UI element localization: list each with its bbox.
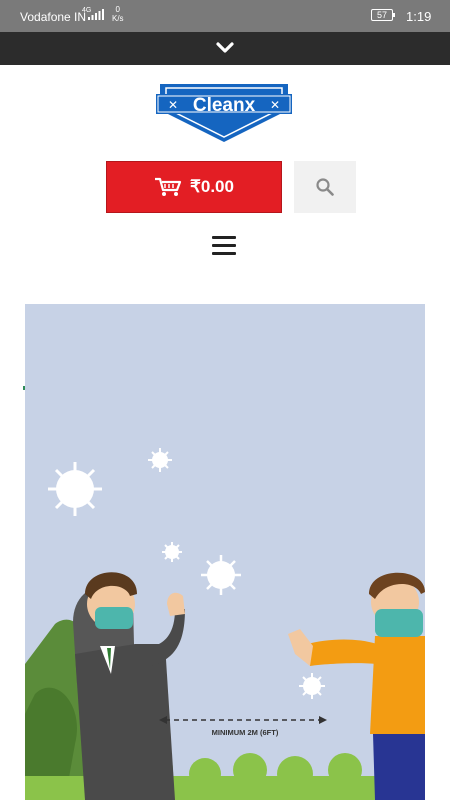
- hero-banner: MINIMUM 2M (6FT): [25, 304, 425, 800]
- speed-value: 0: [115, 5, 120, 14]
- svg-text:✕: ✕: [168, 98, 178, 112]
- status-bar: Vodafone IN 4G 0 K/s 57 1:19: [0, 0, 450, 32]
- svg-text:✕: ✕: [270, 98, 280, 112]
- distance-indicator: MINIMUM 2M (6FT): [159, 716, 327, 737]
- battery-icon: 57: [371, 9, 395, 21]
- site-logo[interactable]: Cleanx ✕ ✕: [156, 80, 292, 144]
- logo-text: Cleanx: [193, 95, 256, 116]
- man-left: [73, 572, 185, 800]
- cart-button[interactable]: ₹0.00: [106, 161, 282, 213]
- top-strip: [0, 32, 450, 65]
- speed-unit: K/s: [112, 14, 124, 23]
- carrier-name: Vodafone IN: [20, 10, 87, 24]
- search-button[interactable]: [294, 161, 356, 213]
- hamburger-menu-icon[interactable]: [212, 236, 238, 256]
- search-icon: [316, 178, 334, 196]
- chevron-down-icon[interactable]: [215, 41, 235, 55]
- clock: 1:19: [406, 9, 432, 24]
- distance-label: MINIMUM 2M (6FT): [212, 728, 279, 737]
- cart-icon: [155, 177, 182, 196]
- social-distancing-illustration: MINIMUM 2M (6FT): [25, 448, 425, 800]
- cart-total: ₹0.00: [190, 177, 234, 196]
- signal-icon: [88, 9, 104, 20]
- battery-level: 57: [376, 10, 387, 20]
- network-speed: 0 K/s: [112, 5, 124, 23]
